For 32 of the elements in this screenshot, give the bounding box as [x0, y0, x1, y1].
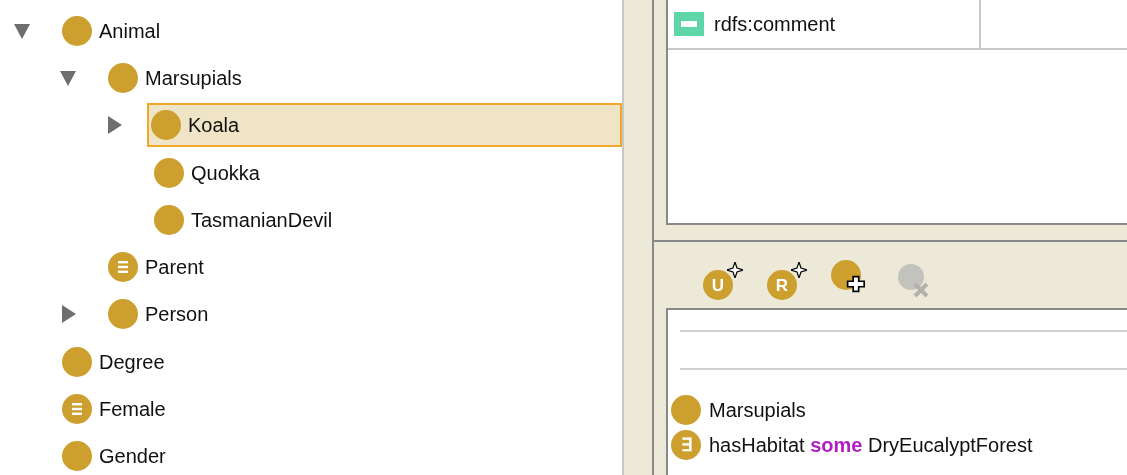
tree-item[interactable]: Degree: [58, 339, 167, 384]
defined-class-icon: [108, 252, 138, 283]
annotation-property: rdfs:comment: [714, 12, 836, 37]
defined-class-icon: [62, 394, 92, 424]
class-icon: [154, 157, 184, 188]
class-icon: [108, 62, 138, 93]
class-icon: [62, 15, 92, 46]
tree-item[interactable]: Female: [58, 387, 168, 431]
tree-item[interactable]: Gender: [58, 434, 168, 475]
annotation-property-icon: [674, 12, 704, 36]
class-icon: [154, 204, 184, 235]
tree-item[interactable]: Person: [104, 292, 211, 337]
expand-arrow-icon[interactable]: [106, 116, 122, 135]
superclass-entry: Marsupials: [709, 397, 806, 423]
expand-arrow-icon[interactable]: [60, 305, 76, 324]
class-icon: [151, 110, 181, 141]
collapse-arrow-icon[interactable]: [60, 68, 76, 87]
sparkle-icon: [791, 262, 807, 278]
tree-item[interactable]: Quokka: [150, 150, 262, 195]
tree-item[interactable]: TasmanianDevil: [150, 197, 335, 242]
class-icon: [671, 394, 701, 425]
class-icon: [62, 441, 92, 472]
tree-item[interactable]: Animal: [58, 8, 163, 53]
class-icon: [62, 346, 92, 377]
tree-item[interactable]: Marsupials: [104, 55, 244, 100]
tree-item[interactable]: Koala: [147, 103, 622, 148]
restriction-expression: hasHabitat some DryEucalyptForest: [709, 432, 1033, 458]
class-icon: [108, 299, 138, 330]
restriction-icon: ∃: [671, 429, 701, 460]
sparkle-icon: [727, 262, 743, 278]
collapse-arrow-icon[interactable]: [14, 21, 30, 40]
tree-item[interactable]: Parent: [104, 245, 206, 290]
